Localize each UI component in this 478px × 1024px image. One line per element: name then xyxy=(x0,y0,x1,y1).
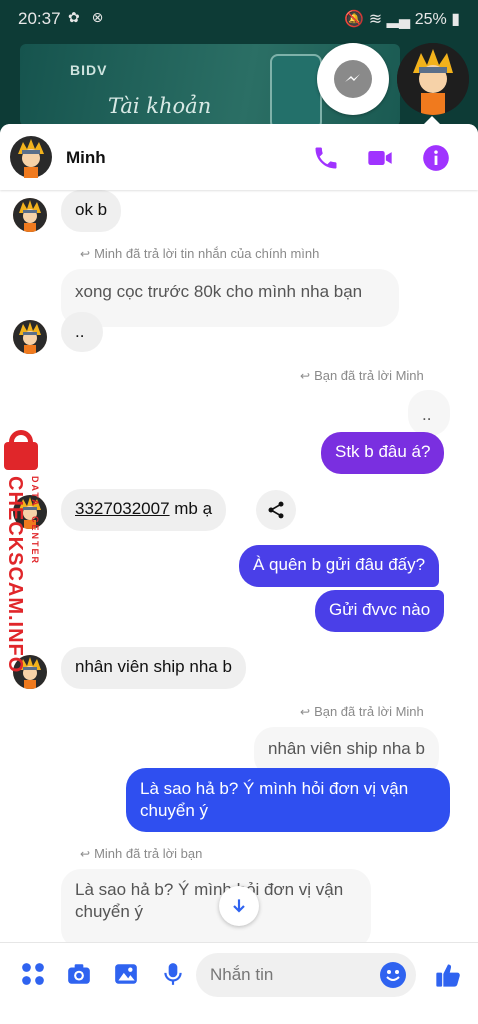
reply-arrow-icon: ↩ xyxy=(300,705,311,719)
contact-name[interactable]: Minh xyxy=(66,148,106,168)
arrow-down-icon xyxy=(233,899,245,913)
reply-note-text: Minh đã trả lời tin nhắn của chính mình xyxy=(94,246,320,261)
reply-note-text: Bạn đã trả lời Minh xyxy=(314,704,424,719)
battery-level: 25% xyxy=(414,11,447,28)
reply-arrow-icon: ↩ xyxy=(80,847,91,861)
info-icon[interactable] xyxy=(422,144,450,172)
quoted-message[interactable]: Là sao hả b? Ý mình hỏi đơn vị vận chuyể… xyxy=(61,869,371,949)
video-call-icon[interactable] xyxy=(366,144,394,172)
received-message[interactable]: nhân viên ship nha b xyxy=(61,647,246,689)
phone-call-icon[interactable] xyxy=(312,144,340,172)
bank-logo-text: BIDV xyxy=(70,62,108,78)
received-message-account[interactable]: 3327032007 mb ạ xyxy=(61,489,227,531)
reply-note-text: Minh đã trả lời bạn xyxy=(94,846,203,861)
status-bar: 20:37 ✿ ⊗ 🔕 ≋ ▂▄ 25% ▮ xyxy=(0,0,478,40)
scroll-down-button[interactable] xyxy=(219,886,259,926)
watermark-site: CHECKSCAM.INFO xyxy=(4,476,26,674)
status-right: 🔕 ≋ ▂▄ 25% ▮ xyxy=(344,9,460,29)
messenger-icon xyxy=(334,60,372,98)
reply-arrow-icon: ↩ xyxy=(80,247,91,261)
sent-message[interactable]: Gửi đvvc nào xyxy=(315,590,445,632)
messenger-chathead-button[interactable] xyxy=(317,43,389,115)
watermark: CHECKSCAM.INFO DATA CENTER xyxy=(0,428,60,673)
lock-icon xyxy=(4,442,38,470)
like-thumb-icon[interactable] xyxy=(434,961,462,989)
chat-header: Minh xyxy=(0,124,478,190)
sent-message[interactable]: À quên b gửi đâu đấy? xyxy=(239,545,440,587)
sender-avatar xyxy=(13,320,47,354)
banner-phone-image xyxy=(270,54,322,126)
message-input[interactable] xyxy=(210,963,370,987)
emoji-icon[interactable] xyxy=(380,962,406,988)
sent-message[interactable]: Là sao hả b? Ý mình hỏi đơn vị vận chuyể… xyxy=(126,768,450,832)
wifi-icon: ≋ xyxy=(368,11,383,28)
quoted-message[interactable]: xong cọc trước 80k cho mình nha bạn xyxy=(61,269,399,327)
reply-note-text: Bạn đã trả lời Minh xyxy=(314,368,424,383)
contact-chathead-avatar[interactable] xyxy=(397,43,469,115)
contact-avatar[interactable] xyxy=(10,136,52,178)
notification-icons: ✿ ⊗ xyxy=(68,9,108,25)
camera-icon[interactable] xyxy=(66,961,92,987)
watermark-sub1: DATA xyxy=(30,476,40,508)
account-suffix: mb ạ xyxy=(169,499,213,518)
sent-message[interactable]: Stk b đâu á? xyxy=(321,432,445,474)
status-time: 20:37 xyxy=(18,9,61,28)
microphone-icon[interactable] xyxy=(160,961,186,987)
reply-note: ↩ Minh đã trả lời bạn xyxy=(80,846,202,861)
reply-note: ↩ Bạn đã trả lời Minh xyxy=(300,368,424,383)
received-message[interactable]: .. xyxy=(61,312,103,352)
reply-arrow-icon: ↩ xyxy=(300,369,311,383)
reply-note: ↩ Minh đã trả lời tin nhắn của chính mình xyxy=(80,246,319,261)
chat-panel: Minh ok b ↩ Minh đã trả lời tin nhắn của … xyxy=(0,124,478,1024)
signal-icon: ▂▄ xyxy=(386,11,411,28)
reply-note: ↩ Bạn đã trả lời Minh xyxy=(300,704,424,719)
share-icon xyxy=(268,501,284,519)
gallery-icon[interactable] xyxy=(113,961,139,987)
account-number-link[interactable]: 3327032007 xyxy=(75,499,170,518)
share-button[interactable] xyxy=(256,490,296,530)
quoted-message[interactable]: .. xyxy=(408,390,450,436)
message-input-wrap xyxy=(196,953,416,997)
menu-grid-icon[interactable] xyxy=(20,961,46,987)
message-list: ok b ↩ Minh đã trả lời tin nhắn của chính… xyxy=(0,190,478,949)
composer-bar xyxy=(0,942,478,1024)
watermark-sub2: CENTER xyxy=(30,516,40,566)
banner-script-text: Tài khoản xyxy=(108,94,212,118)
mute-icon: 🔕 xyxy=(344,11,365,28)
received-message[interactable]: ok b xyxy=(61,190,122,232)
sender-avatar xyxy=(13,198,47,232)
battery-icon: ▮ xyxy=(451,11,460,28)
